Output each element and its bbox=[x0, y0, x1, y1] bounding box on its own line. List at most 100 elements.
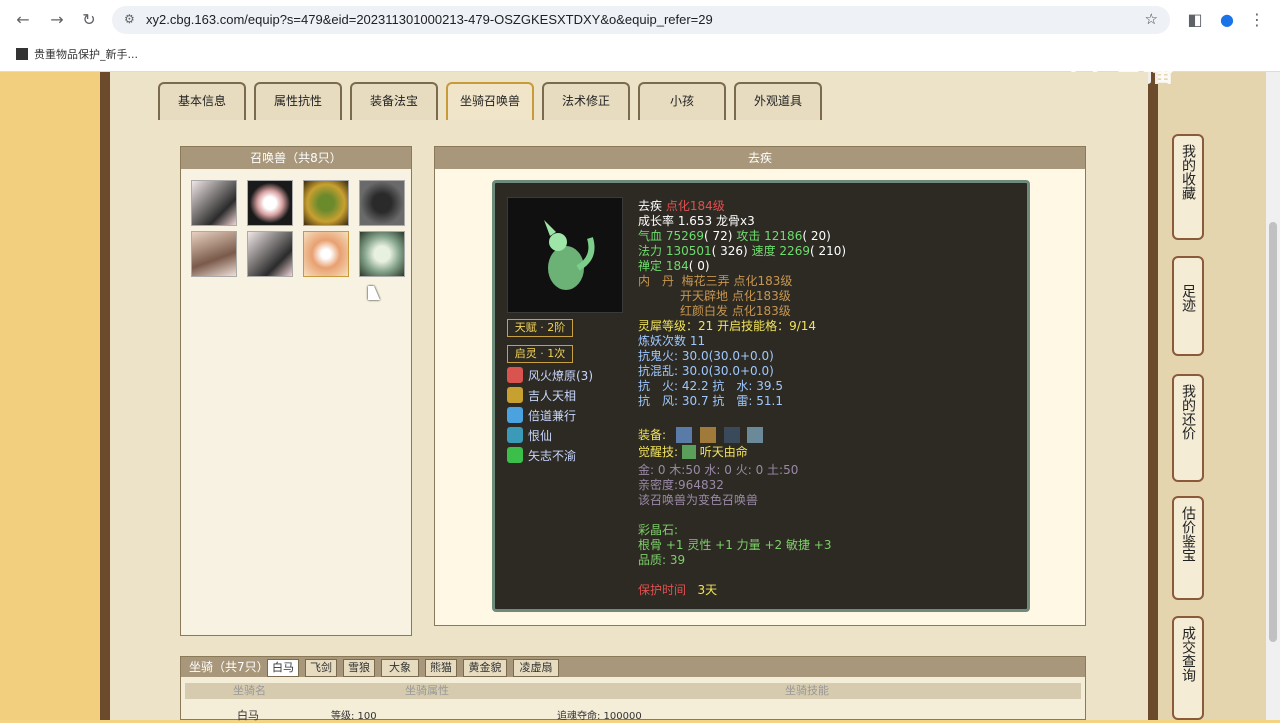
pet-list: 召唤兽（共8只） bbox=[180, 146, 412, 636]
scroll-thumb[interactable] bbox=[1269, 222, 1277, 642]
tab-basic-info[interactable]: 基本信息 bbox=[158, 82, 246, 120]
reload-icon[interactable]: ↻ bbox=[78, 9, 100, 31]
intimacy-line: 亲密度:964832 bbox=[638, 478, 724, 492]
awaken-skill-icon bbox=[681, 445, 696, 459]
pet-name: 去疾 bbox=[638, 199, 663, 213]
pet-avatar[interactable] bbox=[191, 231, 237, 277]
growth-line: 成长率 1.653 龙骨x3 bbox=[638, 214, 755, 228]
pet-avatar[interactable] bbox=[191, 180, 237, 226]
lingxi-line: 灵犀等级：21 开启技能格：9/14 bbox=[638, 319, 817, 333]
side-button-footprint[interactable]: 足迹 bbox=[1172, 256, 1204, 356]
pet-avatar-selected[interactable] bbox=[303, 231, 349, 277]
url-text[interactable]: xy2.cbg.163.com/equip?s=479&eid=20231130… bbox=[146, 12, 713, 27]
mount-panel: 坐骑（共7只） 白马 飞剑 雪狼 大象 熊猫 黄金貌 凌虚扇 坐骑名 坐骑属性 … bbox=[180, 656, 1086, 722]
skill-label: 恨仙 bbox=[528, 429, 553, 443]
pet-detail-header: 去疾 bbox=[435, 147, 1085, 169]
mp-spd-line: 法力 130501( 326) 速度 2269( 210) bbox=[638, 244, 847, 258]
luck-skill-icon bbox=[507, 387, 523, 403]
mount-tab[interactable]: 熊猫 bbox=[425, 659, 457, 677]
side-button-favorites[interactable]: 我的收藏 bbox=[1172, 134, 1204, 240]
sidebar-icon[interactable]: ◧ bbox=[1184, 9, 1206, 31]
resist-line-4: 抗 风: 30.7 抗 雷: 51.1 bbox=[638, 394, 783, 408]
mount-tab[interactable]: 黄金貌 bbox=[463, 659, 507, 677]
menu-icon[interactable]: ⋮ bbox=[1246, 9, 1268, 31]
skill-label: 风火燎原(3) bbox=[528, 369, 593, 383]
pet-detail-card: 天赋 · 2阶 启灵 · 1次 风火燎原(3) 吉人天相 倍道兼行 恨仙 矢志不… bbox=[492, 180, 1030, 612]
skill-label: 吉人天相 bbox=[528, 389, 577, 403]
tab-spell-correction[interactable]: 法术修正 bbox=[542, 82, 630, 120]
equip-slot-icon[interactable] bbox=[699, 427, 716, 443]
pet-skill[interactable]: 风火燎原(3) bbox=[507, 367, 593, 385]
mount-tab[interactable]: 凌虚扇 bbox=[513, 659, 559, 677]
bookmark-item[interactable]: 贵重物品保护_新手... bbox=[16, 46, 138, 62]
pet-avatar[interactable] bbox=[247, 231, 293, 277]
side-button-label: 成交查询 bbox=[1180, 626, 1196, 682]
pet-avatar[interactable] bbox=[359, 231, 405, 277]
equip-slot-icon[interactable] bbox=[747, 427, 764, 443]
pet-skill[interactable]: 倍道兼行 bbox=[507, 407, 576, 425]
mouse-cursor-icon bbox=[368, 286, 380, 300]
pet-name-line: 去疾 点化184级 bbox=[638, 199, 725, 214]
col-header: 坐骑名 bbox=[233, 684, 266, 697]
side-button-label: 足迹 bbox=[1180, 284, 1196, 312]
fire-skill-icon bbox=[507, 367, 523, 383]
site-settings-icon[interactable]: ⚙ bbox=[124, 12, 135, 26]
tab-mounts-pets[interactable]: 坐骑召唤兽 bbox=[446, 82, 534, 120]
neidan-line-3: 红颜白发 点化183级 bbox=[680, 304, 791, 318]
mount-tab[interactable]: 大象 bbox=[381, 659, 419, 677]
side-button-label: 估价鉴宝 bbox=[1180, 506, 1196, 562]
talent-badge: 天赋 · 2阶 bbox=[507, 319, 573, 337]
pet-avatar[interactable] bbox=[303, 180, 349, 226]
side-button-appraisal[interactable]: 估价鉴宝 bbox=[1172, 496, 1204, 600]
side-button-my-offers[interactable]: 我的还价 bbox=[1172, 374, 1204, 482]
left-decoration bbox=[0, 72, 110, 720]
col-header: 坐骑属性 bbox=[405, 684, 449, 697]
side-button-deal-query[interactable]: 成交查询 bbox=[1172, 616, 1204, 720]
pet-level: 点化184级 bbox=[665, 199, 725, 213]
pet-skill[interactable]: 吉人天相 bbox=[507, 387, 576, 405]
mount-header: 坐骑（共7只） 白马 飞剑 雪狼 大象 熊猫 黄金貌 凌虚扇 bbox=[181, 657, 1085, 677]
bookmark-icon bbox=[16, 48, 28, 60]
equip-label: 装备: bbox=[638, 428, 667, 442]
pet-list-header: 召唤兽（共8只） bbox=[181, 147, 411, 169]
tab-child[interactable]: 小孩 bbox=[638, 82, 726, 120]
mount-tab[interactable]: 雪狼 bbox=[343, 659, 375, 677]
address-bar[interactable]: ⚙ xy2.cbg.163.com/equip?s=479&eid=202311… bbox=[112, 6, 1170, 34]
tab-attributes[interactable]: 属性抗性 bbox=[254, 82, 342, 120]
awaken-line: 觉醒技: 听天由命 bbox=[638, 445, 748, 459]
lianyao-line: 炼妖次数 11 bbox=[638, 334, 706, 348]
pet-figure-icon bbox=[544, 220, 595, 290]
side-button-label: 我的还价 bbox=[1180, 384, 1196, 440]
equip-line: 装备: bbox=[638, 427, 764, 443]
back-icon[interactable]: ← bbox=[12, 9, 34, 31]
skill-label: 矢志不渝 bbox=[528, 449, 577, 463]
qiling-badge: 启灵 · 1次 bbox=[507, 345, 573, 363]
right-decoration bbox=[1148, 72, 1280, 720]
tab-equipment[interactable]: 装备法宝 bbox=[350, 82, 438, 120]
col-header: 坐骑技能 bbox=[785, 684, 829, 697]
pet-skill[interactable]: 恨仙 bbox=[507, 427, 552, 445]
mount-tab[interactable]: 白马 bbox=[267, 659, 299, 677]
profile-icon[interactable]: ● bbox=[1216, 9, 1238, 31]
quality-line: 品质: 39 bbox=[638, 553, 686, 567]
pet-skill[interactable]: 矢志不渝 bbox=[507, 447, 576, 465]
tab-appearance[interactable]: 外观道具 bbox=[734, 82, 822, 120]
hp-atk-line: 气血 75269( 72) 攻击 12186( 20) bbox=[638, 229, 831, 243]
neidan-line-1: 内 丹 梅花三弄 点化183级 bbox=[638, 274, 793, 288]
pet-avatar[interactable] bbox=[359, 180, 405, 226]
mount-tab[interactable]: 飞剑 bbox=[305, 659, 337, 677]
forward-icon[interactable]: → bbox=[46, 9, 68, 31]
equip-slot-icon[interactable] bbox=[723, 427, 740, 443]
skill-label: 倍道兼行 bbox=[528, 409, 577, 423]
mount-name-cell: 白马 bbox=[237, 709, 259, 722]
spirit-skill-icon bbox=[507, 427, 523, 443]
plus-skill-icon bbox=[507, 447, 523, 463]
page-scrollbar[interactable] bbox=[1266, 72, 1280, 720]
bookmark-star-icon[interactable]: ☆ bbox=[1145, 10, 1158, 28]
resist-line-3: 抗 火: 42.2 抗 水: 39.5 bbox=[638, 379, 783, 393]
equip-slot-icon[interactable] bbox=[675, 427, 692, 443]
mount-table-header: 坐骑名 坐骑属性 坐骑技能 bbox=[185, 683, 1081, 699]
neidan-line-2: 开天辟地 点化183级 bbox=[680, 289, 791, 303]
mount-header-title: 坐骑（共7只） bbox=[189, 660, 269, 674]
pet-avatar[interactable] bbox=[247, 180, 293, 226]
